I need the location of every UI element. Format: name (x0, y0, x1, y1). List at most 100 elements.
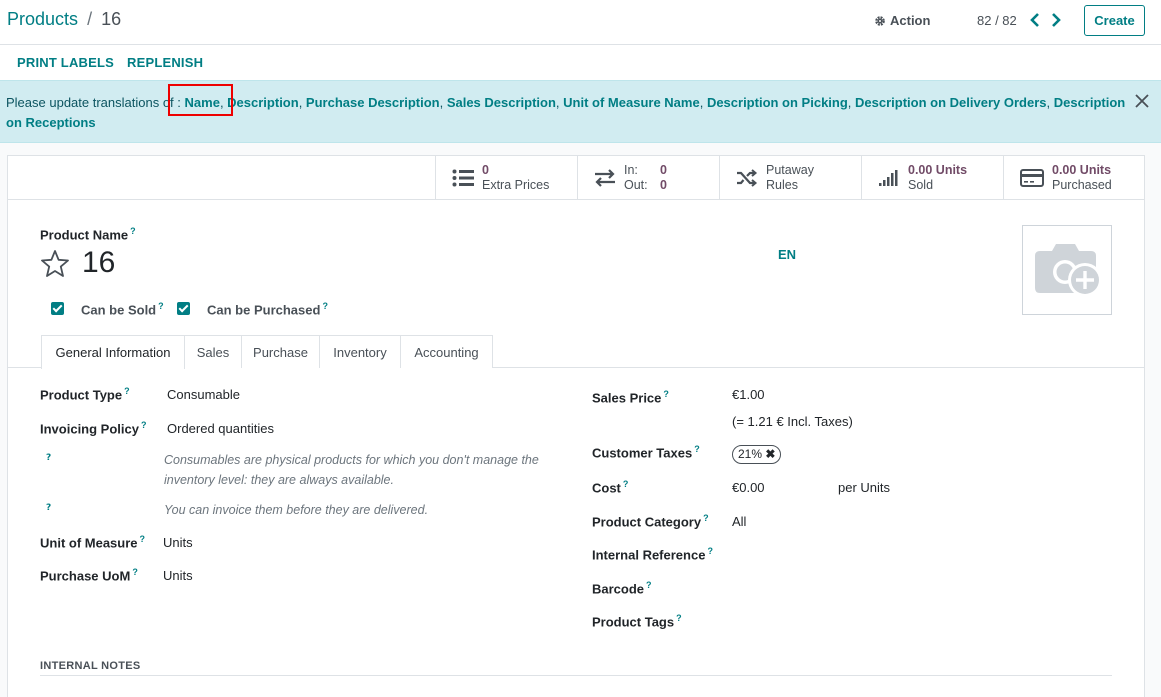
customer-taxes-label: Customer Taxes? (592, 444, 700, 461)
translation-alert: Please update translations of : Name, De… (0, 80, 1161, 143)
alert-field-description-picking[interactable]: Description on Picking (707, 95, 848, 110)
alert-field-uom-name[interactable]: Unit of Measure Name (563, 95, 700, 110)
incl-taxes-text: (= 1.21 € Incl. Taxes) (732, 414, 853, 429)
breadcrumb-separator: / (87, 9, 93, 29)
chevron-right-icon[interactable] (1049, 12, 1063, 28)
help-tooltip-icon[interactable]: ? (124, 386, 130, 396)
action-menu-button[interactable]: Action (874, 13, 930, 28)
purchased-label: Purchased (1052, 178, 1112, 192)
print-labels-button[interactable]: PRINT LABELS (17, 55, 114, 70)
language-button[interactable]: EN (778, 247, 796, 262)
signal-bars-icon (879, 170, 898, 186)
can-be-purchased-checkbox[interactable] (177, 302, 190, 315)
purchase-uom-label: Purchase UoM? (40, 567, 138, 584)
in-out-button[interactable]: In: 0 Out: 0 (577, 156, 719, 200)
help-tooltip-icon[interactable]: ? (663, 389, 669, 399)
product-name-label: Product Name? (40, 226, 136, 243)
invoicing-policy-select[interactable]: Ordered quantities (167, 421, 274, 436)
control-panel: Products / 16 Action 82 / 82 Create (0, 0, 1161, 45)
help-tooltip-icon[interactable]: ? (646, 580, 652, 590)
breadcrumb-products-link[interactable]: Products (7, 9, 78, 29)
action-label: Action (890, 13, 931, 28)
uom-field[interactable]: Units (163, 535, 193, 550)
putaway-line2: Rules (766, 178, 798, 192)
alert-field-purchase-description[interactable]: Purchase Description (306, 95, 440, 110)
replenish-button[interactable]: REPLENISH (127, 55, 203, 70)
product-type-select[interactable]: Consumable (167, 387, 240, 402)
tab-accounting[interactable]: Accounting (400, 335, 493, 368)
help-tooltip-icon[interactable]: ? (676, 613, 682, 623)
purchased-value: 0.00 Units (1052, 163, 1112, 177)
help-tooltip-icon[interactable]: ? (46, 503, 51, 513)
list-icon (452, 169, 474, 187)
pager-value[interactable]: 82 / 82 (977, 13, 1017, 28)
help-tooltip-icon[interactable]: ? (130, 226, 136, 236)
product-name-field[interactable]: 16 (82, 246, 115, 280)
out-value: 0 (660, 178, 667, 192)
cost-field[interactable]: €0.00 (732, 480, 765, 495)
help-tooltip-icon[interactable]: ? (158, 301, 164, 311)
sold-button[interactable]: 0.00 Units Sold (861, 156, 1003, 200)
help-tooltip-icon[interactable]: ? (141, 420, 147, 430)
consumable-help-text: Consumables are physical products for wh… (164, 453, 539, 487)
can-be-sold-checkbox[interactable] (51, 302, 64, 315)
putaway-line1: Putaway (766, 163, 814, 177)
shuffle-icon (737, 169, 758, 187)
internal-reference-label: Internal Reference? (592, 546, 713, 563)
tax-tag[interactable]: 21% ✖ (732, 445, 782, 464)
breadcrumb: Products / 16 (7, 9, 121, 30)
product-category-field[interactable]: All (732, 514, 746, 529)
help-tooltip-icon[interactable]: ? (46, 453, 51, 463)
internal-notes-header: INTERNAL NOTES (40, 660, 141, 672)
extra-prices-value: 0 (482, 163, 489, 177)
tag-remove-icon[interactable]: ✖ (765, 447, 775, 461)
barcode-label: Barcode? (592, 580, 652, 597)
chevron-left-icon[interactable] (1028, 12, 1042, 28)
breadcrumb-current: 16 (101, 9, 122, 29)
sales-price-label: Sales Price? (592, 389, 669, 406)
camera-plus-icon (1035, 244, 1102, 297)
help-tooltip-icon[interactable]: ? (623, 479, 629, 489)
product-category-label: Product Category? (592, 513, 709, 530)
help-tooltip-icon[interactable]: ? (707, 546, 713, 556)
alert-field-name[interactable]: Name (185, 95, 220, 110)
gear-icon (875, 15, 885, 26)
tab-inventory[interactable]: Inventory (319, 335, 401, 368)
credit-card-icon (1020, 169, 1044, 187)
alert-prefix: Please update translations of : (6, 95, 185, 110)
tab-sales[interactable]: Sales (184, 335, 242, 368)
tab-general-information[interactable]: General Information (41, 335, 185, 369)
alert-field-description[interactable]: Description (227, 95, 299, 110)
product-type-label: Product Type? (40, 386, 130, 403)
help-tooltip-icon[interactable]: ? (703, 513, 709, 523)
star-icon[interactable] (40, 249, 70, 279)
extra-prices-label: Extra Prices (482, 178, 550, 192)
putaway-rules-button[interactable]: Putaway Rules (719, 156, 861, 200)
form-header: PRINT LABELS REPLENISH (0, 45, 1161, 80)
in-value: 0 (660, 163, 667, 177)
purchase-uom-field[interactable]: Units (163, 568, 193, 583)
help-tooltip-icon[interactable]: ? (132, 567, 138, 577)
alert-field-sales-description[interactable]: Sales Description (447, 95, 556, 110)
in-label: In: (624, 163, 638, 177)
smart-button-box: 0 Extra Prices In: 0 Out: 0 Putaway Rules 0.… (435, 156, 1145, 200)
help-tooltip-icon[interactable]: ? (140, 534, 146, 544)
form-sheet: 0 Extra Prices In: 0 Out: 0 Putaway Rules 0.… (7, 155, 1145, 697)
sold-value: 0.00 Units (908, 163, 968, 177)
internal-notes-divider (40, 675, 1112, 676)
sales-price-field[interactable]: €1.00 (732, 387, 765, 402)
product-tags-label: Product Tags? (592, 613, 682, 630)
cost-unit-text: per Units (838, 480, 891, 495)
arrows-exchange-icon (595, 169, 615, 187)
sold-label: Sold (908, 178, 934, 192)
help-tooltip-icon[interactable]: ? (694, 444, 700, 454)
sheet-divider (8, 199, 435, 200)
close-icon[interactable] (1134, 93, 1150, 109)
product-image-field[interactable] (1022, 225, 1112, 315)
alert-field-description-delivery[interactable]: Description on Delivery Orders (855, 95, 1046, 110)
tab-purchase[interactable]: Purchase (241, 335, 320, 368)
extra-prices-button[interactable]: 0 Extra Prices (435, 156, 577, 200)
purchased-button[interactable]: 0.00 Units Purchased (1003, 156, 1145, 200)
help-tooltip-icon[interactable]: ? (322, 301, 328, 311)
create-button[interactable]: Create (1084, 5, 1145, 36)
